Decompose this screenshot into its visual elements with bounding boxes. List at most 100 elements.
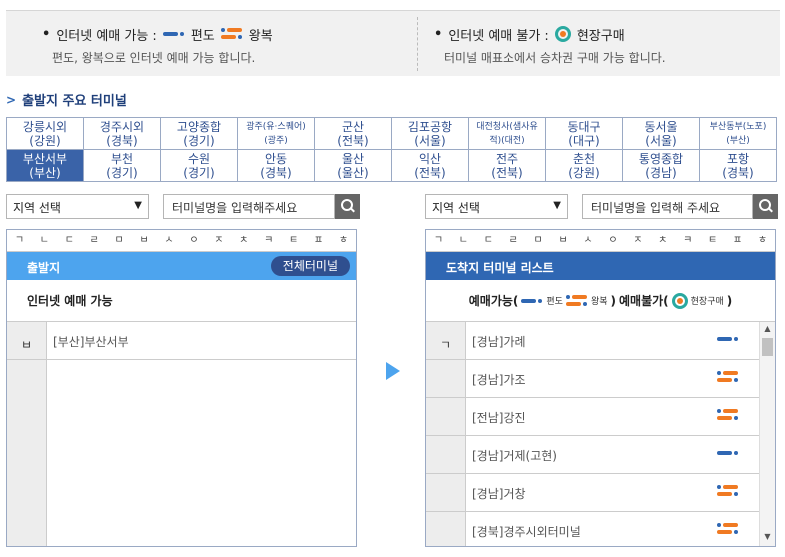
arrival-terminal-item[interactable]: [경남]가례	[426, 322, 759, 360]
consonant-tab[interactable]: ㅂ	[132, 230, 157, 251]
terminal-1-7[interactable]: 춘천 (강원)	[545, 149, 623, 182]
consonant-tab[interactable]: ㅇ	[181, 230, 206, 251]
search-icon[interactable]	[335, 194, 360, 219]
departure-region-select[interactable]: 지역 선택 ▼	[6, 194, 149, 219]
terminal-region: 적)(대전)	[489, 135, 525, 146]
departure-terminal-item[interactable]: [부산]부산서부	[7, 322, 356, 360]
consonant-tab[interactable]: ㅋ	[675, 230, 700, 251]
arrival-terminal-item[interactable]: [경북]경주시외터미널	[426, 512, 759, 546]
chevron-down-icon: ▼	[134, 200, 142, 211]
terminal-name: 대전청사(샘사유	[476, 121, 538, 132]
terminal-region: (광주)	[264, 135, 288, 146]
consonant-tab[interactable]: ㅊ	[231, 230, 256, 251]
terminal-1-9[interactable]: 포항 (경북)	[699, 149, 777, 182]
roundtrip-icon	[717, 522, 739, 536]
terminal-region: (전북)	[491, 165, 523, 180]
consonant-tab[interactable]: ㄷ	[476, 230, 501, 251]
oneway-icon	[521, 298, 543, 304]
terminal-region: (경기)	[106, 165, 138, 180]
terminal-1-5[interactable]: 익산 (전북)	[391, 149, 469, 182]
terminal-1-6[interactable]: 전주 (전북)	[468, 149, 546, 182]
terminal-1-2[interactable]: 수원 (경기)	[160, 149, 238, 182]
terminal-0-4[interactable]: 군산 (전북)	[314, 117, 392, 150]
consonant-tab[interactable]: ㅌ	[700, 230, 725, 251]
terminal-name: 부산서부	[22, 151, 68, 166]
terminal-0-7[interactable]: 동대구 (대구)	[545, 117, 623, 150]
arrival-terminal-item[interactable]: [경남]거제(고현)	[426, 436, 759, 474]
scroll-down-icon[interactable]: ▼	[760, 532, 775, 546]
consonant-tab[interactable]: ㄷ	[57, 230, 82, 251]
arrival-legend: 예매가능( 편도 왕복 ) 예매불가( 현장구매 )	[426, 280, 775, 322]
consonant-tab[interactable]: ㄹ	[82, 230, 107, 251]
terminal-0-8[interactable]: 동서울 (서울)	[622, 117, 700, 150]
consonant-tab[interactable]: ㅅ	[157, 230, 182, 251]
scroll-thumb[interactable]	[762, 338, 773, 356]
arrival-panel: ㄱㄴㄷㄹㅁㅂㅅㅇㅈㅊㅋㅌㅍㅎ 도착지 터미널 리스트 예매가능( 편도 왕복 )…	[425, 229, 776, 547]
legend-close: )	[726, 293, 733, 308]
consonant-tab[interactable]: ㄴ	[451, 230, 476, 251]
consonant-tab[interactable]: ㅈ	[206, 230, 231, 251]
terminal-1-3[interactable]: 안동 (경북)	[237, 149, 315, 182]
roundtrip-label: 왕복	[248, 28, 273, 44]
terminal-region: [전남]	[472, 411, 504, 425]
consonant-tab[interactable]: ㅎ	[331, 230, 356, 251]
arrival-terminal-item[interactable]: [전남]강진	[426, 398, 759, 436]
arrival-search: 지역 선택 ▼ 터미널명을 입력해 주세요	[425, 194, 778, 219]
consonant-tab[interactable]: ㄹ	[501, 230, 526, 251]
major-terminals-title-text: 출발지 주요 터미널	[22, 94, 127, 109]
consonant-tab[interactable]: ㅂ	[551, 230, 576, 251]
search-icon[interactable]	[753, 194, 778, 219]
roundtrip-icon	[565, 294, 588, 308]
terminal-region: (강원)	[29, 133, 61, 148]
arrival-region-select[interactable]: 지역 선택 ▼	[425, 194, 568, 219]
major-terminals-grid: 강릉시외 (강원) 경주시외 (경북) 고양종합 (경기) 광주(유·스퀘어) (광주) 군산(…	[6, 117, 777, 182]
terminal-name: 경주시외	[99, 119, 145, 134]
consonant-tab[interactable]: ㅍ	[725, 230, 750, 251]
terminal-0-9[interactable]: 부산동부(노포) (부산)	[699, 117, 777, 150]
terminal-region: (경남)	[645, 165, 677, 180]
terminal-name: 고양종합	[176, 119, 222, 134]
consonant-tab[interactable]: ㄱ	[7, 230, 32, 251]
arrival-terminal-item[interactable]: [경남]거창	[426, 474, 759, 512]
terminal-0-3[interactable]: 광주(유·스퀘어) (광주)	[237, 117, 315, 150]
terminal-1-1[interactable]: 부천 (경기)	[83, 149, 161, 182]
terminal-region: (부산)	[726, 135, 750, 146]
terminal-0-0[interactable]: 강릉시외 (강원)	[6, 117, 84, 150]
consonant-tab[interactable]: ㅎ	[750, 230, 775, 251]
terminal-name: 경주시외터미널	[503, 525, 581, 539]
terminal-0-6[interactable]: 대전청사(샘사유적)(대전)	[468, 117, 546, 150]
arrival-scrollbar[interactable]: ▲ ▼	[759, 322, 775, 546]
consonant-tab[interactable]: ㅅ	[576, 230, 601, 251]
terminal-1-4[interactable]: 울산 (울산)	[314, 149, 392, 182]
legend-close: )	[610, 293, 616, 308]
chevron-right-icon: >	[6, 92, 17, 107]
all-terminals-button[interactable]: 전체터미널	[270, 256, 350, 276]
arrival-terminal-item[interactable]: [경남]가조	[426, 360, 759, 398]
terminal-1-0[interactable]: 부산서부 (부산)	[6, 149, 84, 182]
scroll-up-icon[interactable]: ▲	[760, 324, 775, 338]
arrival-terminal-input[interactable]: 터미널명을 입력해 주세요	[582, 194, 753, 219]
consonant-tab[interactable]: ㅇ	[600, 230, 625, 251]
onsite-label: 현장구매	[576, 28, 625, 44]
consonant-tab[interactable]: ㅍ	[306, 230, 331, 251]
consonant-tab[interactable]: ㄱ	[426, 230, 451, 251]
consonant-tab[interactable]: ㅊ	[650, 230, 675, 251]
major-terminals-title: > 출발지 주요 터미널	[6, 90, 127, 110]
terminal-0-1[interactable]: 경주시외 (경북)	[83, 117, 161, 150]
consonant-tab[interactable]: ㅁ	[107, 230, 132, 251]
consonant-tab[interactable]: ㅈ	[625, 230, 650, 251]
departure-header: 출발지 전체터미널	[7, 252, 356, 280]
terminal-0-2[interactable]: 고양종합 (경기)	[160, 117, 238, 150]
terminal-region: (경북)	[722, 165, 754, 180]
consonant-tab[interactable]: ㅌ	[281, 230, 306, 251]
roundtrip-icon	[717, 484, 739, 498]
terminal-1-8[interactable]: 통영종합 (경남)	[622, 149, 700, 182]
departure-terminal-input[interactable]: 터미널명을 입력해주세요	[163, 194, 335, 219]
legend-available: 예매가능(	[468, 294, 519, 308]
terminal-0-5[interactable]: 김포공항 (서울)	[391, 117, 469, 150]
terminal-name: 군산	[341, 119, 365, 134]
notice-divider	[417, 17, 418, 71]
consonant-tab[interactable]: ㅋ	[256, 230, 281, 251]
consonant-tab[interactable]: ㅁ	[526, 230, 551, 251]
consonant-tab[interactable]: ㄴ	[32, 230, 57, 251]
